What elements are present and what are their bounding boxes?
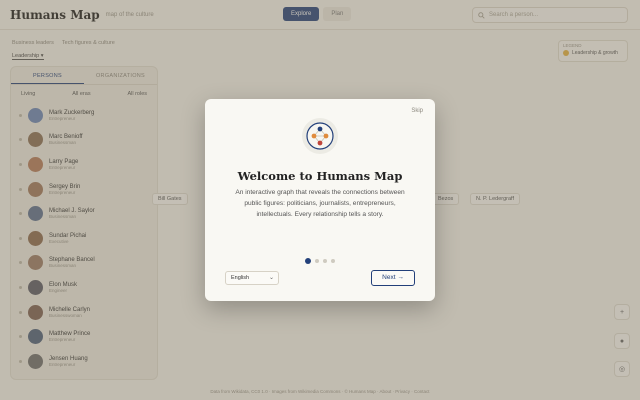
next-button[interactable]: Next → [371,270,415,286]
language-value: English [231,275,250,281]
step-dot [323,259,327,263]
step-dot [305,258,311,264]
dialog-title: Welcome to Humans Map [237,169,403,183]
dialog-description: An interactive graph that reveals the co… [235,189,405,218]
chevron-down-icon: ⌄ [268,275,274,281]
step-dot [315,259,319,263]
step-dot [331,259,335,263]
network-logo-icon [302,118,338,154]
welcome-dialog: Skip Welcome to Humans Map An interactiv… [205,99,435,301]
language-select[interactable]: English ⌄ [225,271,279,285]
step-indicator [305,258,335,264]
skip-button[interactable]: Skip [411,108,423,114]
